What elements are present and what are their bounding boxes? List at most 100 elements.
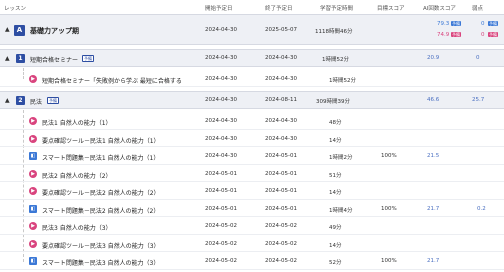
- lesson-row[interactable]: ▶ 要点確認ツール－民法2 自然人の能力（2） 2024-05-01 2024-05-…: [0, 182, 504, 200]
- play-circle-icon: ▶: [29, 169, 37, 178]
- course-start: 2024-04-30: [205, 27, 237, 33]
- lesson-time: 52分: [329, 260, 342, 266]
- lesson-start: 2024-05-02: [205, 223, 237, 229]
- col-weak: 弱点: [472, 6, 484, 12]
- lesson-start: 2024-04-30: [205, 153, 237, 159]
- lesson-weak: 0.2: [477, 205, 486, 212]
- lesson-start: 2024-04-30: [205, 118, 237, 124]
- unit-weak-2: 25.7: [472, 97, 485, 103]
- unit-title-2: 民法: [30, 99, 43, 106]
- unit-tag-2: 予備: [47, 97, 59, 104]
- lesson-row[interactable]: ▶ 要点確認ツール－民法1 自然人の能力（1） 2024-04-30 2024-04-…: [0, 130, 504, 147]
- col-target: 目標スコア: [377, 6, 405, 12]
- lesson-start: 2024-04-30: [205, 76, 237, 82]
- lesson-end: 2024-05-02: [265, 240, 297, 247]
- chevron-up-icon[interactable]: ▲: [5, 55, 10, 62]
- drill-icon: ◧: [29, 257, 37, 265]
- course-weak-bottom-tag: 予備: [488, 32, 498, 37]
- drill-icon: ◧: [29, 204, 37, 213]
- unit-row-1[interactable]: ▲ 1 短期合格セミナー 予備 2024-04-30 2024-04-30 1時…: [0, 49, 504, 67]
- course-ai-top: 79.3: [437, 21, 450, 27]
- lesson-start: 2024-05-01: [205, 205, 237, 212]
- lesson-ai: 21.5: [427, 153, 440, 159]
- lesson-end: 2024-05-01: [265, 153, 297, 159]
- course-time: 1118時間46分: [315, 29, 353, 35]
- lesson-end: 2024-05-01: [265, 188, 297, 194]
- unit-title-1: 短期合格セミナー: [30, 57, 79, 64]
- lesson-row[interactable]: ◧ スマート問題集－民法3 自然人の能力（3） 2024-05-02 2024-05-…: [0, 252, 504, 270]
- lesson-time: 14分: [329, 190, 342, 196]
- lesson-end: 2024-05-01: [265, 170, 297, 177]
- course-title: 基礎力アップ期: [30, 27, 79, 35]
- lesson-target: 100%: [381, 153, 397, 159]
- course-badge: A: [14, 25, 25, 36]
- play-circle-icon: ▶: [29, 117, 37, 125]
- unit-ai-2: 46.6: [427, 97, 440, 103]
- lesson-target: 100%: [381, 205, 397, 212]
- lesson-row[interactable]: ◧ スマート問題集－民法1 自然人の能力（1） 2024-04-30 2024-05-…: [0, 147, 504, 165]
- play-circle-icon: ▶: [29, 75, 37, 83]
- lesson-time: 1時間4分: [329, 207, 353, 214]
- lesson-title[interactable]: 短期合格セミナー「失敗例から学ぶ 最短に合格する: [42, 76, 182, 85]
- col-end: 終了予定日: [265, 6, 293, 12]
- lesson-time: 48分: [329, 120, 342, 126]
- course-weak-top: 0: [481, 21, 485, 27]
- lesson-row[interactable]: ▶ 要点確認ツール－民法3 自然人の能力（3） 2024-05-02 2024-05-…: [0, 235, 504, 252]
- course-ai-bottom-tag: 予備: [451, 32, 461, 37]
- chevron-up-icon[interactable]: ▲: [5, 26, 10, 33]
- course-weak-top-tag: 予備: [488, 21, 498, 26]
- col-study-time: 学習予定時間: [320, 6, 354, 12]
- table-header: レッスン 開始予定日 終了予定日 学習予定時間 目標スコア AI回数スコア 弱点: [0, 0, 504, 14]
- lesson-title[interactable]: 民法1 自然人の能力（1）: [42, 118, 112, 127]
- lesson-row[interactable]: ▶ 民法2 自然人の能力（2） 2024-05-01 2024-05-01 51分: [0, 165, 504, 182]
- lesson-start: 2024-04-30: [205, 135, 237, 142]
- chevron-up-icon[interactable]: ▲: [5, 97, 10, 104]
- lesson-title[interactable]: スマート問題集－民法2 自然人の能力（2）: [42, 206, 159, 215]
- col-ai: AI回数スコア: [423, 6, 456, 12]
- lesson-end: 2024-04-30: [265, 135, 297, 142]
- unit-start-2: 2024-04-30: [205, 97, 237, 103]
- lesson-title[interactable]: スマート問題集－民法3 自然人の能力（3）: [42, 258, 159, 267]
- unit-end-1: 2024-04-30: [265, 55, 297, 61]
- play-circle-icon: ▶: [29, 134, 37, 143]
- lesson-ai: 21.7: [427, 205, 440, 212]
- lesson-title[interactable]: 民法2 自然人の能力（2）: [42, 171, 112, 180]
- lesson-time: 14分: [329, 137, 342, 144]
- unit-ai-1: 20.9: [427, 55, 440, 61]
- lesson-time: 1時間2分: [329, 155, 353, 161]
- course-weak-bottom: 0: [481, 32, 485, 38]
- lesson-title[interactable]: 要点確認ツール－民法2 自然人の能力（2）: [42, 188, 160, 197]
- lesson-row[interactable]: ▶ 民法3 自然人の能力（3） 2024-05-02 2024-05-02 49分: [0, 217, 504, 235]
- play-circle-icon: ▶: [29, 187, 37, 195]
- unit-start-1: 2024-04-30: [205, 55, 237, 61]
- lesson-start: 2024-05-02: [205, 240, 237, 247]
- course-ai-top-tag: 予備: [451, 21, 461, 26]
- unit-badge-2: 2: [16, 96, 25, 105]
- unit-badge-1: 1: [16, 54, 25, 63]
- unit-weak-1: 0: [476, 55, 480, 61]
- play-circle-icon: ▶: [29, 239, 37, 248]
- col-lesson: レッスン: [4, 6, 27, 12]
- unit-end-2: 2024-08-11: [265, 97, 297, 103]
- course-row[interactable]: ▲ A 基礎力アップ期 2024-04-30 2025-05-07 1118時間…: [0, 14, 504, 45]
- lesson-row[interactable]: ◧ スマート問題集－民法2 自然人の能力（2） 2024-05-01 2024-05-…: [0, 200, 504, 217]
- lesson-title[interactable]: 要点確認ツール－民法1 自然人の能力（1）: [42, 136, 160, 145]
- course-end: 2025-05-07: [265, 27, 297, 33]
- lesson-time: 14分: [329, 242, 342, 249]
- lesson-end: 2024-05-01: [265, 205, 297, 212]
- course-ai-bottom: 74.9: [437, 32, 450, 38]
- unit-row-2[interactable]: ▲ 2 民法 予備 2024-04-30 2024-08-11 309時間39分…: [0, 91, 504, 109]
- lesson-time: 1時間52分: [329, 78, 356, 84]
- drill-icon: ◧: [29, 152, 37, 160]
- lesson-start: 2024-05-02: [205, 258, 237, 264]
- lesson-title[interactable]: スマート問題集－民法1 自然人の能力（1）: [42, 153, 159, 162]
- lesson-row[interactable]: ▶ 民法1 自然人の能力（1） 2024-04-30 2024-04-30 48分: [0, 112, 504, 130]
- lesson-title[interactable]: 民法3 自然人の能力（3）: [42, 223, 112, 232]
- lesson-title[interactable]: 要点確認ツール－民法3 自然人の能力（3）: [42, 241, 160, 250]
- unit-time-2: 309時間39分: [316, 99, 350, 105]
- lesson-row[interactable]: ▶ 短期合格セミナー「失敗例から学ぶ 最短に合格する 2024-04-30 2024-…: [0, 70, 504, 87]
- lesson-end: 2024-04-30: [265, 76, 297, 82]
- lesson-start: 2024-05-01: [205, 170, 237, 177]
- lesson-time: 49分: [329, 225, 342, 231]
- lesson-end: 2024-05-02: [265, 258, 297, 264]
